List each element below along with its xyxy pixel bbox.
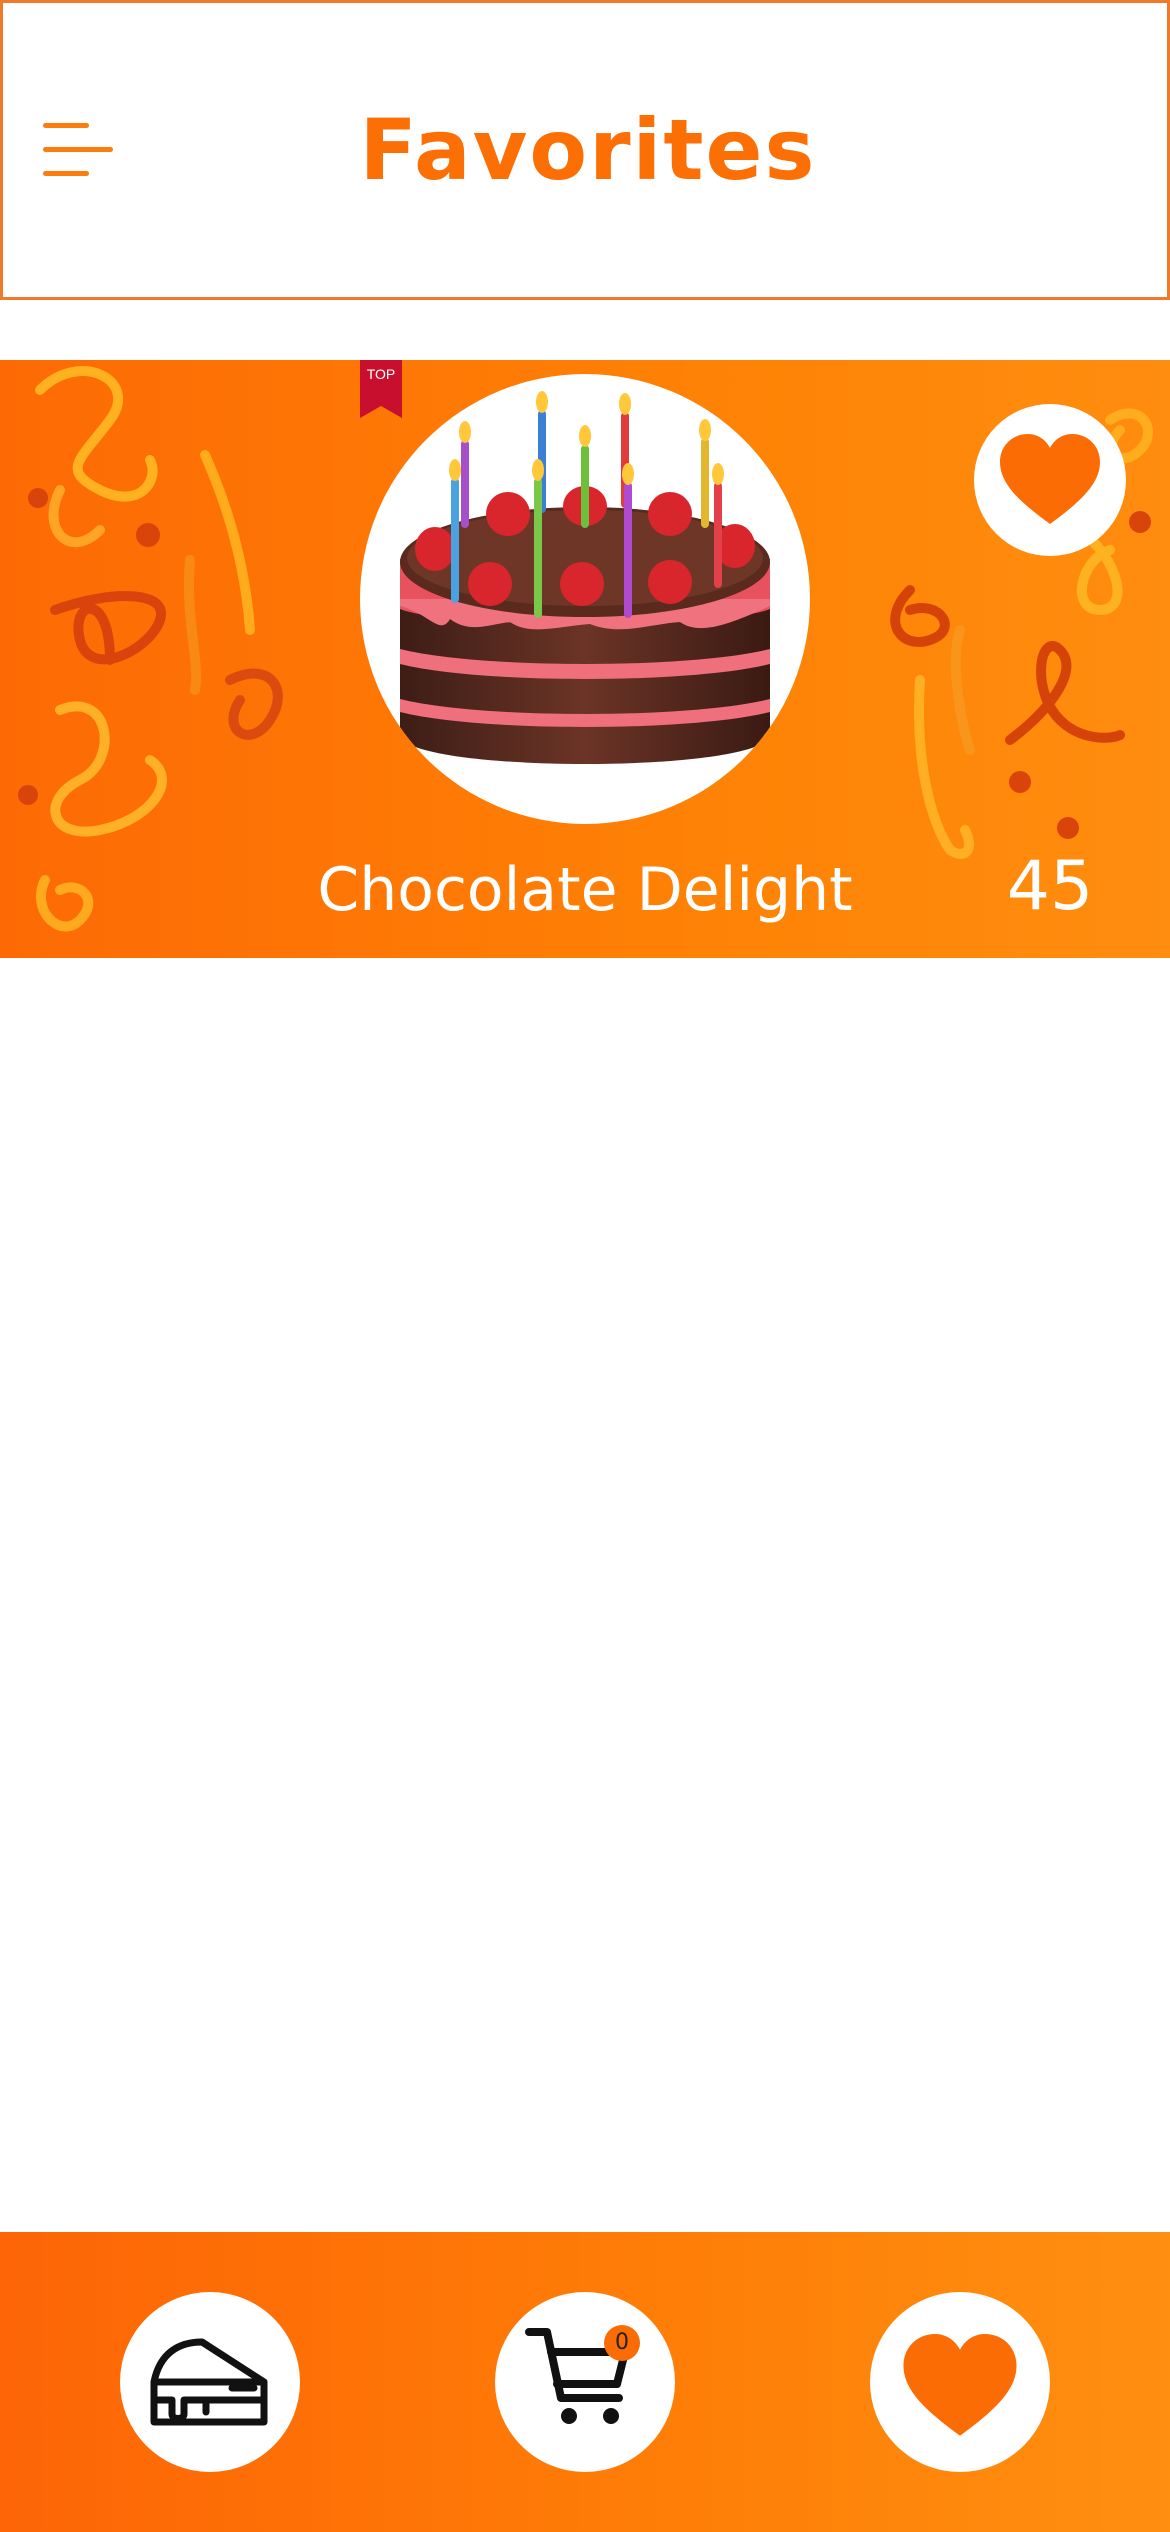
product-count: 45 xyxy=(1006,847,1094,926)
cake-image xyxy=(360,374,810,824)
cart-count-badge: 0 xyxy=(604,2325,640,2361)
top-badge-label: TOP xyxy=(366,366,396,382)
favorite-card[interactable]: TOP Chocolate Delight 45 xyxy=(0,360,1170,958)
top-badge: TOP xyxy=(360,360,402,418)
page-title: Favorites xyxy=(359,101,817,199)
heart-icon xyxy=(1000,434,1100,524)
heart-icon xyxy=(903,2334,1017,2436)
favorite-toggle-button[interactable] xyxy=(974,404,1126,556)
bottom-navigation: 0 xyxy=(0,2232,1170,2532)
nav-favorites-button[interactable] xyxy=(870,2292,1050,2472)
cake-slice-icon xyxy=(150,2338,268,2426)
nav-cart-button[interactable]: 0 xyxy=(495,2292,675,2472)
app-header: Favorites xyxy=(0,0,1170,300)
nav-cakes-button[interactable] xyxy=(120,2292,300,2472)
